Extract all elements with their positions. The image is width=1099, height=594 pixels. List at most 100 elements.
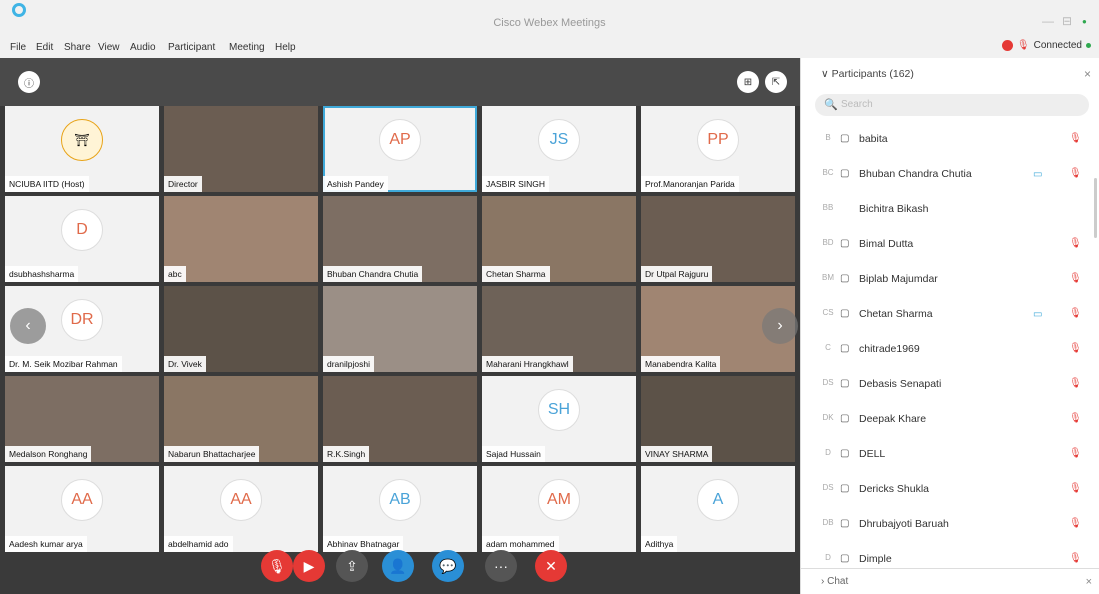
mic-muted-icon[interactable]: 🎙: [1069, 553, 1082, 564]
mic-muted-icon[interactable]: 🎙: [1069, 308, 1082, 319]
menu-share[interactable]: Share: [64, 42, 91, 53]
device-icon: ▢: [840, 168, 850, 179]
participant-name-label: Manabendra Kalita: [641, 356, 721, 372]
participant-video-tile[interactable]: Chetan Sharma: [482, 196, 636, 282]
participant-video-tile[interactable]: A Adithya: [641, 466, 795, 552]
participant-video-tile[interactable]: ⛩ NCIUBA IITD (Host): [5, 106, 159, 192]
participant-name: Deepak Khare: [859, 413, 927, 425]
participant-list-item[interactable]: BD ▢ Bimal Dutta 🎙: [801, 227, 1099, 262]
participant-video-tile[interactable]: Ddsubhashsharma: [5, 196, 159, 282]
grid-layout-icon[interactable]: ⊞: [737, 71, 759, 93]
mic-muted-icon[interactable]: 🎙: [1069, 483, 1082, 494]
device-icon: ▢: [840, 343, 850, 354]
participant-name-label: Dr. M. Seik Mozibar Rahman: [5, 356, 122, 372]
participant-list-item[interactable]: BB Bichitra Bikash: [801, 192, 1099, 227]
participant-video-tile[interactable]: Bhuban Chandra Chutia: [323, 196, 477, 282]
participant-video-tile[interactable]: Nabarun Bhattacharjee: [164, 376, 318, 462]
participant-video-tile[interactable]: dranilpjoshi: [323, 286, 477, 372]
leave-button[interactable]: ✕: [535, 550, 567, 582]
participant-video-tile[interactable]: Director: [164, 106, 318, 192]
more-icon: ···: [494, 558, 508, 574]
mic-muted-icon[interactable]: 🎙: [1069, 518, 1082, 529]
participant-list-item[interactable]: DS ▢ Debasis Senapati 🎙: [801, 367, 1099, 402]
participant-name: Bhuban Chandra Chutia: [859, 168, 972, 180]
mic-muted-icon[interactable]: 🎙: [1069, 133, 1082, 144]
mic-muted-icon[interactable]: 🎙: [1069, 238, 1082, 249]
device-icon: ▢: [840, 483, 850, 494]
device-icon: ▢: [840, 238, 850, 249]
device-icon: ▢: [840, 273, 850, 284]
mic-muted-icon[interactable]: 🎙: [1069, 273, 1082, 284]
participant-video-tile[interactable]: R.K.Singh: [323, 376, 477, 462]
video-button[interactable]: ▶: [293, 550, 325, 582]
participant-video-tile[interactable]: PP Prof.Manoranjan Parida: [641, 106, 795, 192]
participant-list-item[interactable]: C ▢ chitrade1969 🎙: [801, 332, 1099, 367]
participant-video-tile[interactable]: Maharani Hrangkhawl: [482, 286, 636, 372]
info-icon[interactable]: ⓘ: [18, 71, 40, 93]
participant-video-tile[interactable]: AM adam mohammed: [482, 466, 636, 552]
participants-button[interactable]: 👤: [382, 550, 414, 582]
avatar: BB: [822, 203, 834, 212]
mic-muted-icon[interactable]: 🎙: [1069, 413, 1082, 424]
avatar: BD: [822, 238, 834, 247]
avatar: A: [697, 479, 739, 522]
share-button[interactable]: ⇪: [336, 550, 368, 582]
maximize-button[interactable]: ⊟: [1062, 14, 1072, 28]
participant-list-item[interactable]: BC ▢ Bhuban Chandra Chutia ▭ 🎙: [801, 157, 1099, 192]
search-input[interactable]: 🔍 Search: [815, 94, 1089, 116]
menu-audio[interactable]: Audio: [130, 42, 156, 53]
next-page-icon[interactable]: ›: [762, 308, 798, 344]
close-chat-icon[interactable]: ×: [1086, 569, 1092, 594]
participant-video-tile[interactable]: abc: [164, 196, 318, 282]
menu-edit[interactable]: Edit: [36, 42, 53, 53]
participant-name: Dimple: [859, 553, 892, 565]
participant-video-tile[interactable]: AA abdelhamid ado: [164, 466, 318, 552]
mic-icon: 🎙: [1016, 40, 1030, 51]
participant-list-item[interactable]: D ▢ DELL 🎙: [801, 437, 1099, 472]
participant-list-item[interactable]: DS ▢ Dericks Shukla 🎙: [801, 472, 1099, 507]
mic-muted-icon[interactable]: 🎙: [1069, 168, 1082, 179]
participant-video-tile[interactable]: AA Aadesh kumar arya: [5, 466, 159, 552]
participant-list-item[interactable]: DB ▢ Dhrubajyoti Baruah 🎙: [801, 507, 1099, 542]
scrollbar[interactable]: [1094, 178, 1097, 238]
menu-view[interactable]: View: [98, 42, 120, 53]
participant-name-label: Bhuban Chandra Chutia: [323, 266, 423, 282]
minimize-button[interactable]: —: [1042, 14, 1054, 28]
participant-video-tile[interactable]: AP Ashish Pandey: [323, 106, 477, 192]
participant-video-tile[interactable]: SH Sajad Hussain: [482, 376, 636, 462]
participant-list-item[interactable]: CS ▢ Chetan Sharma ▭ 🎙: [801, 297, 1099, 332]
mic-muted-icon[interactable]: 🎙: [1069, 378, 1082, 389]
menu-participant[interactable]: Participant: [168, 42, 215, 53]
more-button[interactable]: ···: [485, 550, 517, 582]
popout-icon[interactable]: ⇱: [765, 71, 787, 93]
avatar: DK: [822, 413, 834, 422]
participant-name-label: R.K.Singh: [323, 446, 370, 462]
participant-list-item[interactable]: BM ▢ Biplab Majumdar 🎙: [801, 262, 1099, 297]
mute-button[interactable]: 🎙: [261, 550, 293, 582]
participant-name-label: NCIUBA IITD (Host): [5, 176, 89, 192]
participant-video-tile[interactable]: Dr. Vivek: [164, 286, 318, 372]
close-button[interactable]: ●: [1082, 17, 1087, 26]
menu-help[interactable]: Help: [275, 42, 296, 53]
menu-file[interactable]: File: [10, 42, 26, 53]
participant-video-tile[interactable]: AB Abhinav Bhatnagar: [323, 466, 477, 552]
mic-muted-icon[interactable]: 🎙: [1069, 343, 1082, 354]
participant-list-item[interactable]: B ▢ babita 🎙: [801, 122, 1099, 157]
share-icon: ⇪: [346, 557, 358, 574]
window-title: Cisco Webex Meetings: [493, 17, 606, 29]
participants-header[interactable]: ∨ Participants (162): [821, 68, 914, 80]
previous-page-icon[interactable]: ‹: [10, 308, 46, 344]
participant-video-tile[interactable]: JS JASBIR SINGH: [482, 106, 636, 192]
participant-video-tile[interactable]: Medalson Ronghang: [5, 376, 159, 462]
close-panel-icon[interactable]: ×: [1084, 67, 1091, 81]
mic-muted-icon[interactable]: 🎙: [1069, 448, 1082, 459]
participant-video-tile[interactable]: Dr Utpal Rajguru: [641, 196, 795, 282]
device-icon: ▢: [840, 518, 850, 529]
participant-name-label: dsubhashsharma: [5, 266, 79, 282]
participant-list-item[interactable]: DK ▢ Deepak Khare 🎙: [801, 402, 1099, 437]
chat-button[interactable]: 💬: [432, 550, 464, 582]
participant-video-tile[interactable]: VINAY SHARMA: [641, 376, 795, 462]
chat-icon: 💬: [439, 557, 457, 574]
menu-meeting[interactable]: Meeting: [229, 42, 265, 53]
chat-section-header[interactable]: › Chat ×: [801, 568, 1099, 594]
